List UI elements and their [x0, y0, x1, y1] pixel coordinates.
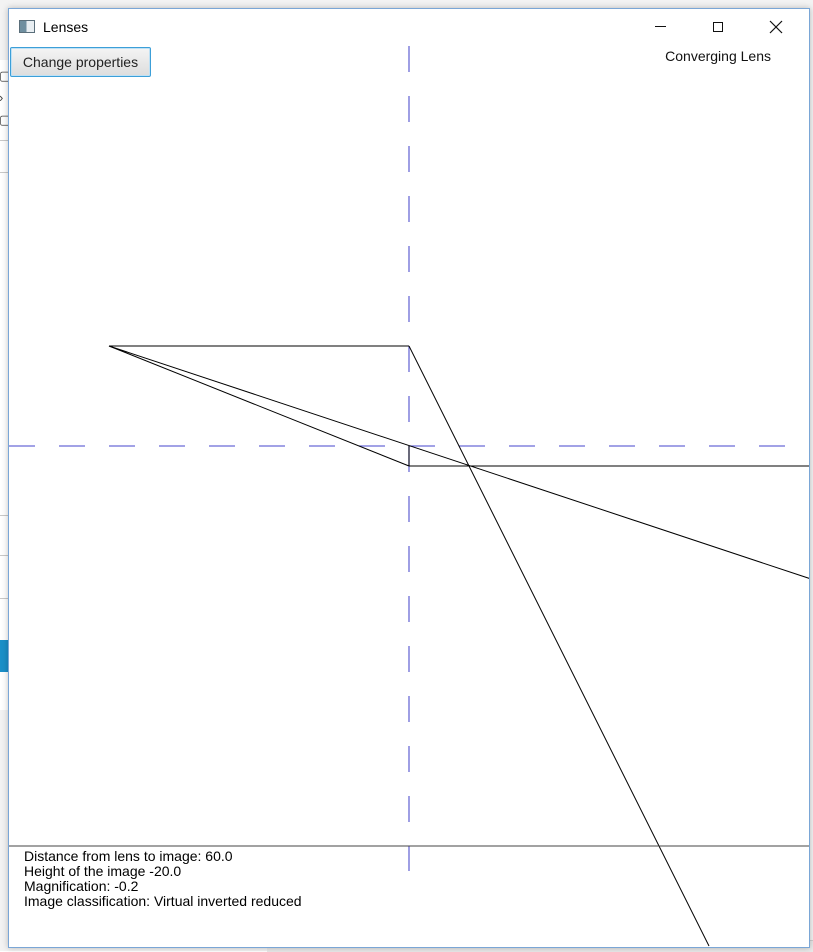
- central-ray: [108, 345, 809, 579]
- refracted-parallel-ray: [408, 345, 710, 947]
- focal-ray: [108, 345, 410, 467]
- image-distance-text: Distance from lens to image: 60.0: [24, 848, 233, 864]
- lens-type-label: Converging Lens: [665, 48, 771, 64]
- background-chevron-icon: ›: [0, 90, 3, 105]
- image-height-text: Height of the image -20.0: [24, 863, 182, 879]
- change-properties-button[interactable]: Change properties: [10, 47, 151, 77]
- optics-canvas: [9, 46, 809, 947]
- image-classification-text: Image classification: Virtual inverted r…: [24, 893, 302, 909]
- lenses-window: Lenses Change properties Converging Lens: [8, 8, 810, 948]
- results-panel: Distance from lens to image: 60.0 Height…: [24, 849, 302, 909]
- magnification-text: Magnification: -0.2: [24, 878, 139, 894]
